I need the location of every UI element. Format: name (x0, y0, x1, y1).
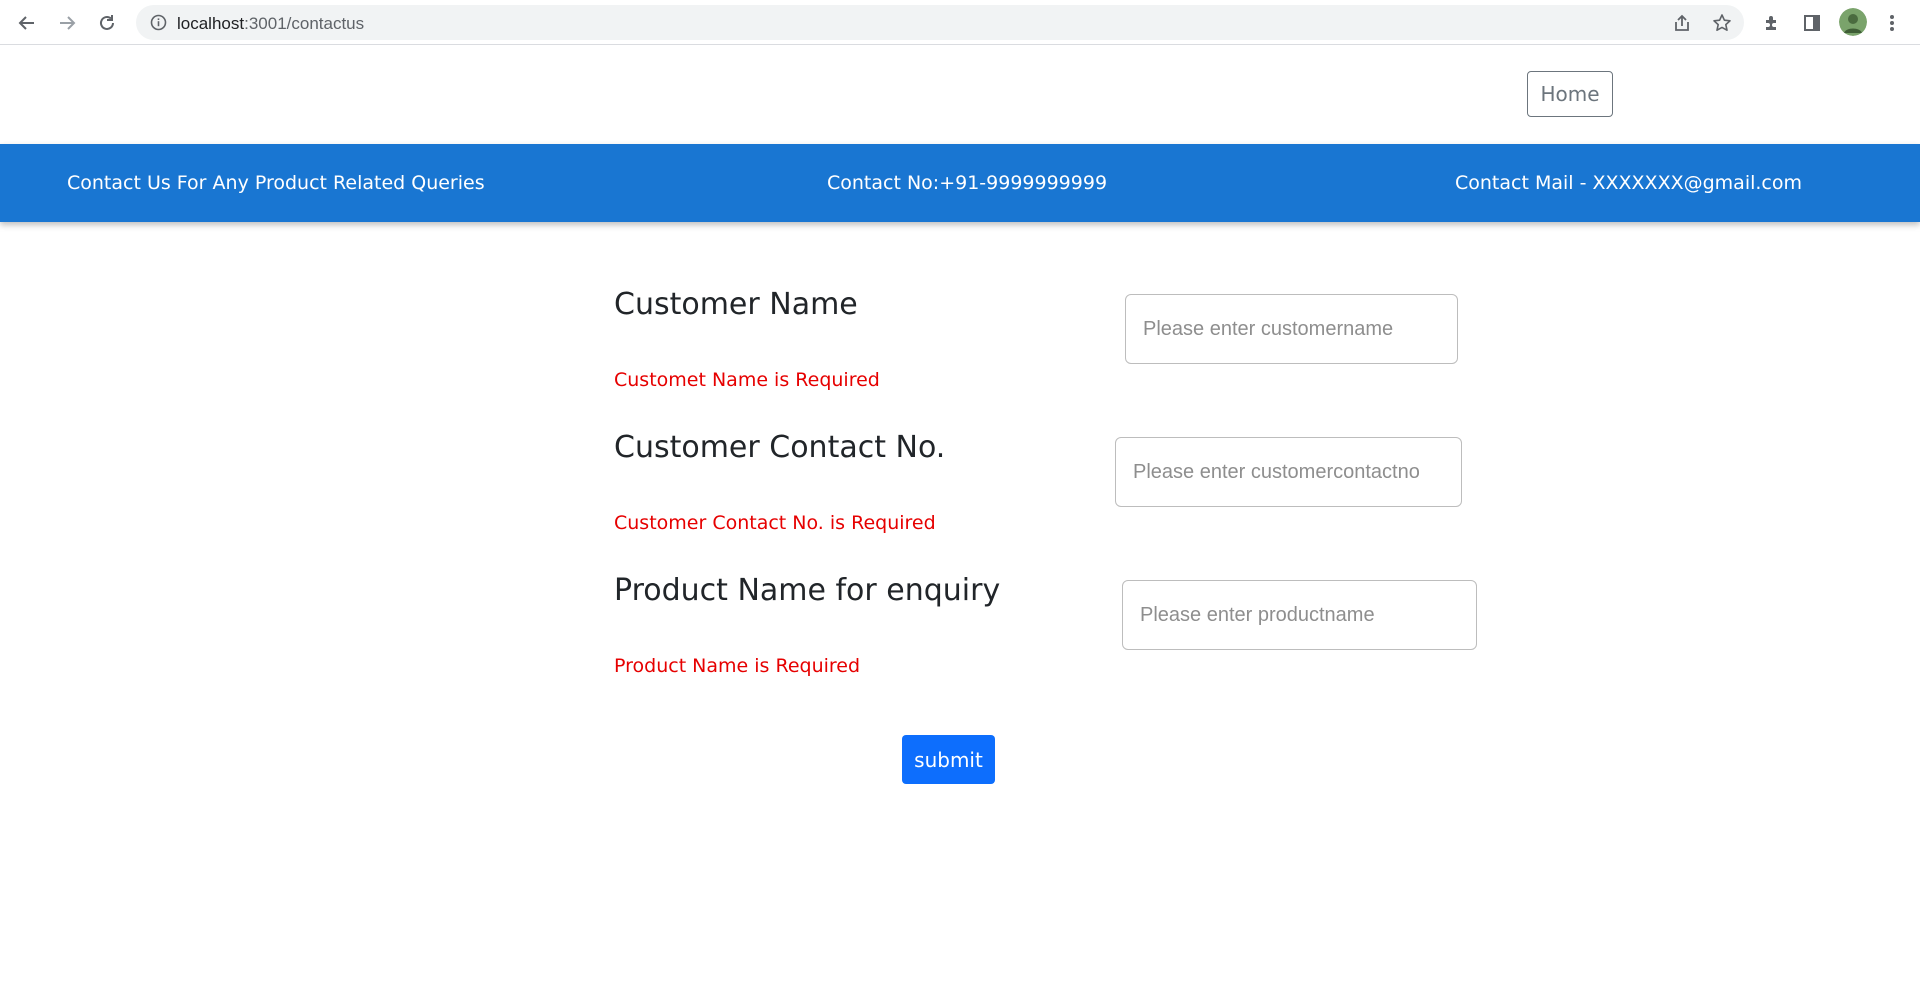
customer-name-error: Customet Name is Required (614, 369, 880, 391)
forward-arrow-icon[interactable] (53, 9, 81, 37)
contact-page: Home Contact Us For Any Product Related … (0, 46, 1920, 983)
customer-name-label: Customer Name (614, 287, 858, 322)
banner-contact-mail: Contact Mail - XXXXXXX@gmail.com (1455, 172, 1802, 194)
product-name-input[interactable] (1122, 580, 1477, 650)
customer-contact-error: Customer Contact No. is Required (614, 512, 936, 534)
customer-name-input[interactable] (1125, 294, 1458, 364)
contact-banner: Contact Us For Any Product Related Queri… (0, 144, 1920, 222)
bookmark-star-icon[interactable] (1711, 12, 1733, 34)
banner-contact-no: Contact No:+91-9999999999 (827, 172, 1108, 194)
side-panel-icon[interactable] (1800, 11, 1824, 35)
share-icon[interactable] (1671, 12, 1693, 34)
home-button[interactable]: Home (1527, 71, 1613, 117)
product-name-label: Product Name for enquiry (614, 573, 1001, 608)
reload-icon[interactable] (93, 9, 121, 37)
address-bar[interactable]: localhost:3001/contactus (136, 5, 1744, 40)
extensions-puzzle-icon[interactable] (1760, 11, 1784, 35)
profile-avatar[interactable] (1839, 8, 1867, 36)
address-url[interactable]: localhost:3001/contactus (177, 14, 364, 34)
submit-button[interactable]: submit (902, 735, 995, 784)
customer-contact-label: Customer Contact No. (614, 430, 946, 465)
banner-tagline: Contact Us For Any Product Related Queri… (67, 172, 485, 194)
more-menu-icon[interactable] (1880, 11, 1904, 35)
back-arrow-icon[interactable] (13, 9, 41, 37)
site-info-icon[interactable] (150, 14, 167, 31)
product-name-error: Product Name is Required (614, 655, 861, 677)
customer-contact-input[interactable] (1115, 437, 1462, 507)
browser-toolbar: localhost:3001/contactus (0, 0, 1920, 45)
